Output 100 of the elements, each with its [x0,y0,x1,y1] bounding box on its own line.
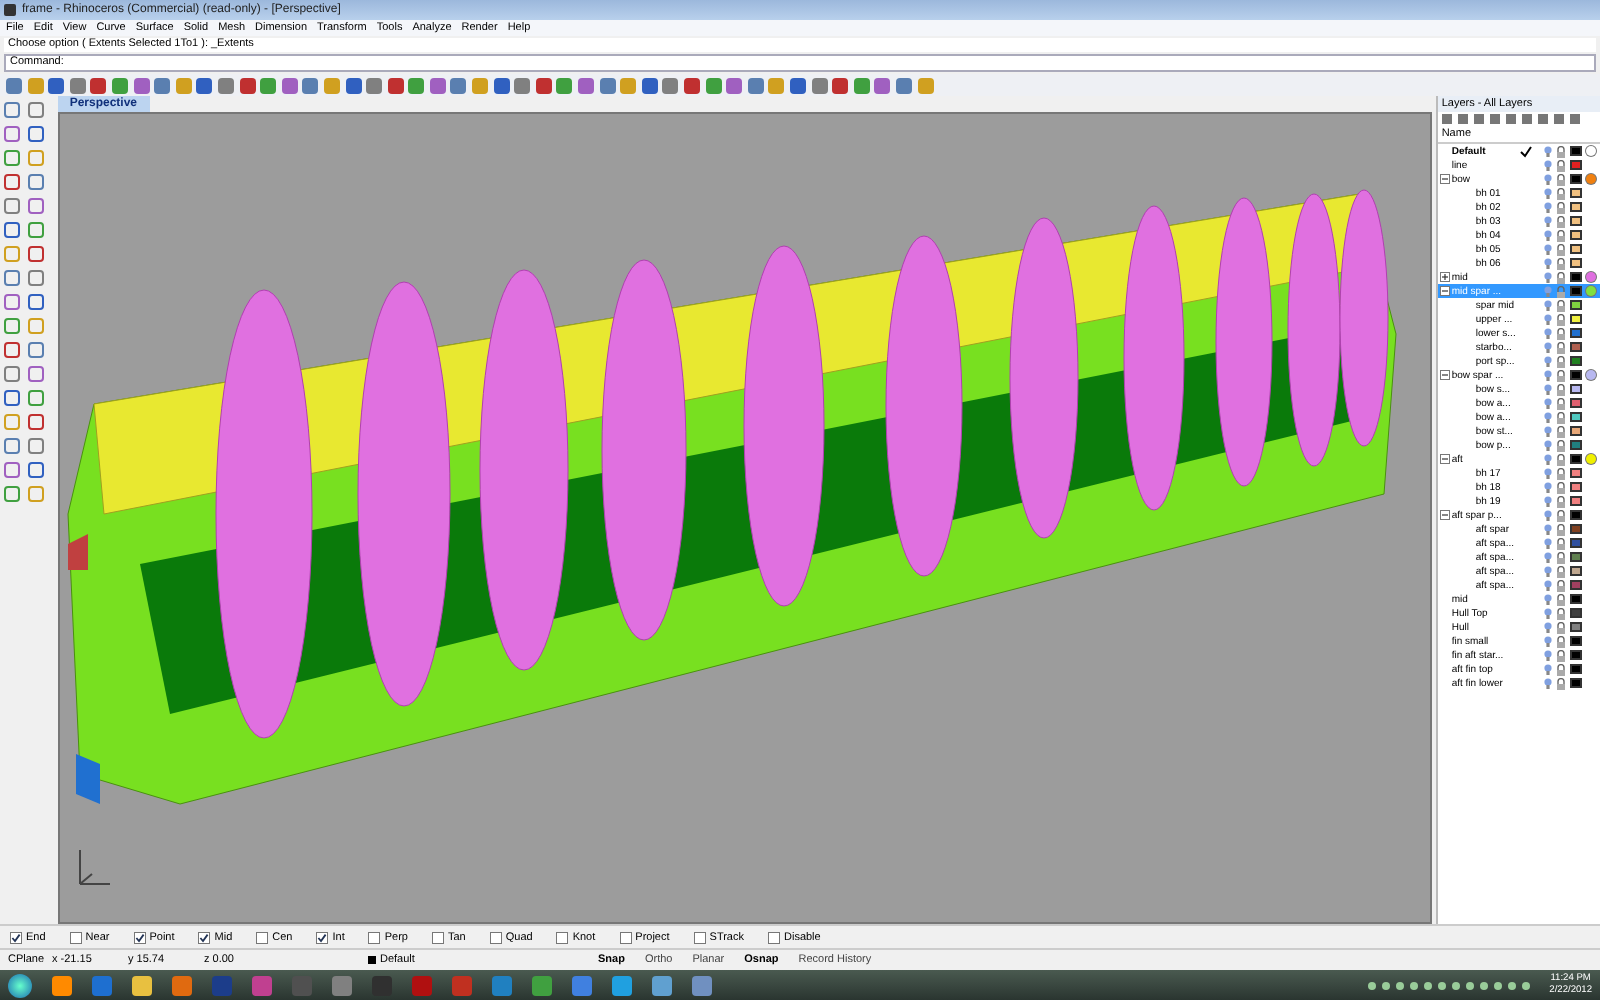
lightbulb-icon[interactable] [1544,677,1552,689]
color-swatch[interactable] [1570,146,1582,156]
lock-icon[interactable] [1556,341,1566,353]
color-swatch[interactable] [1570,524,1582,534]
color-swatch[interactable] [1570,608,1582,618]
lightbulb-icon[interactable] [1544,593,1552,605]
collapse-icon[interactable] [1439,370,1450,380]
material-dot[interactable] [1586,454,1596,464]
material-dot[interactable] [1586,370,1596,380]
lightbulb-icon[interactable] [1544,145,1552,157]
lock-icon[interactable] [1556,285,1566,297]
lock-icon[interactable] [1556,271,1566,283]
lightbulb-icon[interactable] [1544,439,1552,451]
checkbox[interactable] [556,931,569,943]
lightbulb-icon[interactable] [1544,579,1552,591]
lock-icon[interactable] [1556,187,1566,199]
color-swatch[interactable] [1570,188,1582,198]
checkbox[interactable] [368,931,381,943]
lock-icon[interactable] [1556,159,1566,171]
lock-icon[interactable] [1556,299,1566,311]
lightbulb-icon[interactable] [1544,537,1552,549]
lock-icon[interactable] [1556,551,1566,563]
color-swatch[interactable] [1570,454,1582,464]
lightbulb-icon[interactable] [1544,467,1552,479]
color-swatch[interactable] [1570,202,1582,212]
checkbox[interactable] [69,931,82,943]
collapse-icon[interactable] [1439,510,1450,520]
lightbulb-icon[interactable] [1544,481,1552,493]
lock-icon[interactable] [1556,425,1566,437]
checkbox[interactable] [256,931,269,943]
lightbulb-icon[interactable] [1544,173,1552,185]
color-swatch[interactable] [1570,636,1582,646]
color-swatch[interactable] [1570,230,1582,240]
lightbulb-icon[interactable] [1544,621,1552,633]
lightbulb-icon[interactable] [1544,257,1552,269]
lightbulb-icon[interactable] [1544,453,1552,465]
lock-icon[interactable] [1556,649,1566,661]
material-dot[interactable] [1586,174,1596,184]
lock-icon[interactable] [1556,677,1566,689]
lightbulb-icon[interactable] [1544,663,1552,675]
lightbulb-icon[interactable] [1544,243,1552,255]
checkbox[interactable] [619,931,632,943]
lock-icon[interactable] [1556,383,1566,395]
lock-icon[interactable] [1556,243,1566,255]
collapse-icon[interactable] [1439,454,1450,464]
lightbulb-icon[interactable] [1544,551,1552,563]
color-swatch[interactable] [1570,398,1582,408]
lightbulb-icon[interactable] [1544,299,1552,311]
lock-icon[interactable] [1556,523,1566,535]
color-swatch[interactable] [1570,496,1582,506]
lock-icon[interactable] [1556,621,1566,633]
color-swatch[interactable] [1570,314,1582,324]
collapse-icon[interactable] [1439,286,1450,296]
color-swatch[interactable] [1570,594,1582,604]
lock-icon[interactable] [1556,509,1566,521]
checkbox[interactable] [133,931,146,943]
lightbulb-icon[interactable] [1544,523,1552,535]
lightbulb-icon[interactable] [1544,341,1552,353]
lightbulb-icon[interactable] [1544,565,1552,577]
lock-icon[interactable] [1556,369,1566,381]
color-swatch[interactable] [1570,468,1582,478]
checkbox[interactable] [693,931,706,943]
lock-icon[interactable] [1556,145,1566,157]
color-swatch[interactable] [1570,426,1582,436]
lightbulb-icon[interactable] [1544,383,1552,395]
color-swatch[interactable] [1570,342,1582,352]
lightbulb-icon[interactable] [1544,495,1552,507]
color-swatch[interactable] [1570,216,1582,226]
checkbox[interactable] [768,931,780,943]
lock-icon[interactable] [1556,397,1566,409]
lightbulb-icon[interactable] [1544,201,1552,213]
lightbulb-icon[interactable] [1544,425,1552,437]
lock-icon[interactable] [1556,593,1566,605]
lock-icon[interactable] [1556,663,1566,675]
color-swatch[interactable] [1570,622,1582,632]
lock-icon[interactable] [1556,173,1566,185]
lock-icon[interactable] [1556,257,1566,269]
lock-icon[interactable] [1556,439,1566,451]
lock-icon[interactable] [1556,635,1566,647]
lightbulb-icon[interactable] [1544,355,1552,367]
color-swatch[interactable] [1570,370,1582,380]
lightbulb-icon[interactable] [1544,215,1552,227]
color-swatch[interactable] [1570,258,1582,268]
color-swatch[interactable] [1570,664,1582,674]
lock-icon[interactable] [1556,411,1566,423]
collapse-icon[interactable] [1439,174,1450,184]
lightbulb-icon[interactable] [1544,649,1552,661]
checkbox[interactable] [198,931,211,943]
lightbulb-icon[interactable] [1544,327,1552,339]
color-swatch[interactable] [1570,272,1582,282]
color-swatch[interactable] [1570,580,1582,590]
lock-icon[interactable] [1556,215,1566,227]
lock-icon[interactable] [1556,229,1566,241]
checkbox[interactable] [431,931,444,943]
lock-icon[interactable] [1556,313,1566,325]
lightbulb-icon[interactable] [1544,271,1552,283]
lightbulb-icon[interactable] [1544,229,1552,241]
lock-icon[interactable] [1556,327,1566,339]
lock-icon[interactable] [1556,537,1566,549]
material-dot[interactable] [1586,272,1596,282]
